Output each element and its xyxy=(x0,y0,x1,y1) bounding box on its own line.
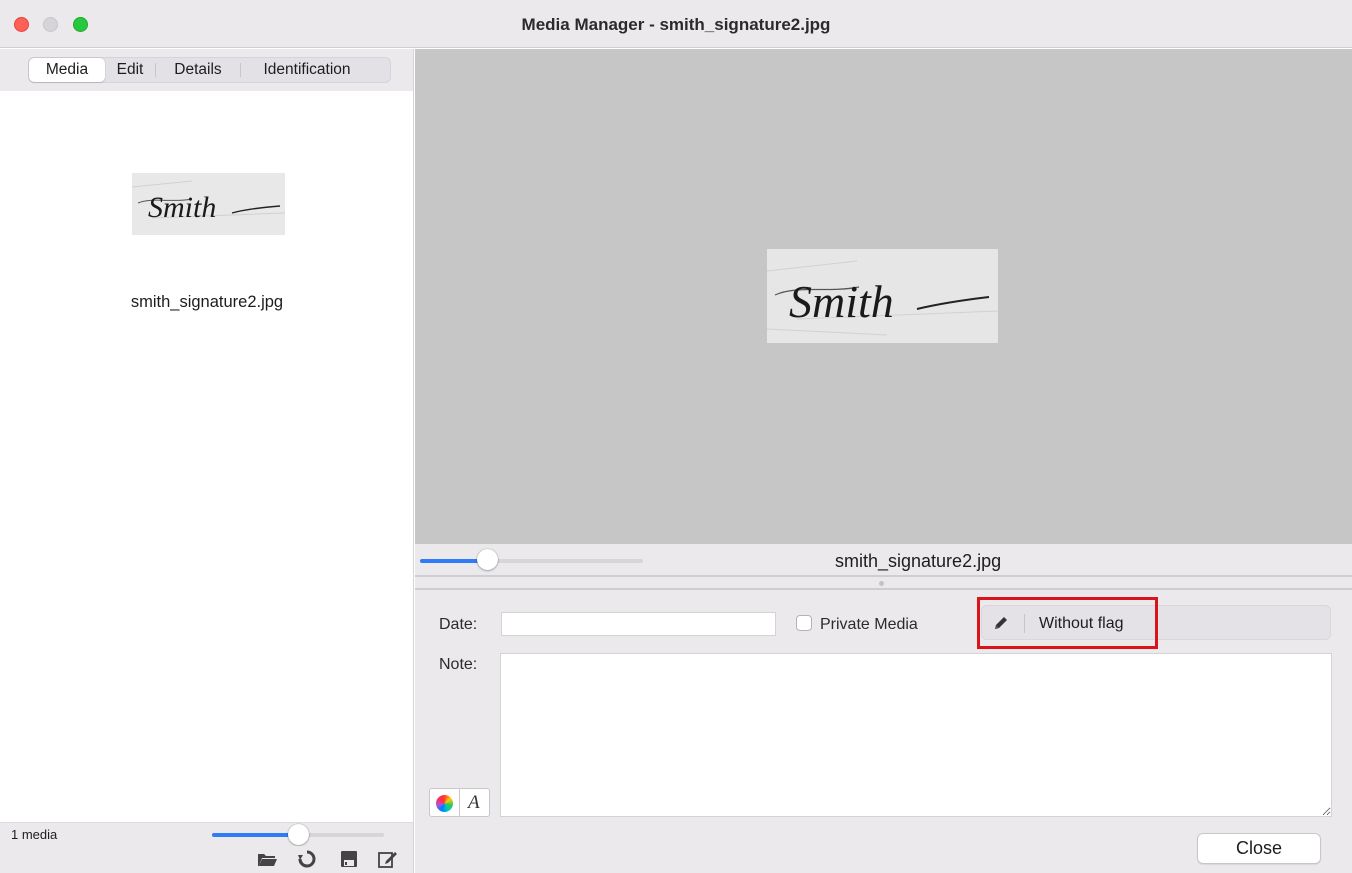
image-preview-area[interactable]: Smith xyxy=(415,49,1352,544)
private-media-checkbox[interactable] xyxy=(796,615,812,631)
font-icon[interactable]: A xyxy=(468,792,480,814)
thumbnail-size-slider-knob[interactable] xyxy=(288,824,309,845)
media-list-pane: Media Edit Details Identification Smith … xyxy=(0,49,414,873)
thumbnail-signature-text: Smith xyxy=(148,191,216,224)
thumbnail-size-slider-fill xyxy=(212,833,298,837)
signature-preview-image: Smith xyxy=(767,249,998,343)
window-title: Media Manager - smith_signature2.jpg xyxy=(521,15,831,34)
tab-edit[interactable]: Edit xyxy=(105,58,155,82)
tab-bar: Media Edit Details Identification xyxy=(0,49,413,91)
title-bar: Media Manager - smith_signature2.jpg xyxy=(0,0,1352,48)
zoom-slider-knob[interactable] xyxy=(476,549,498,570)
preview-zoom-bar: smith_signature2.jpg xyxy=(415,544,1352,575)
text-format-controls: A xyxy=(429,788,490,817)
tab-media[interactable]: Media xyxy=(29,58,105,82)
private-media-label[interactable]: Private Media xyxy=(820,616,918,634)
pane-splitter[interactable] xyxy=(415,575,1352,590)
save-icon[interactable] xyxy=(339,850,359,868)
color-picker-icon[interactable] xyxy=(436,795,453,812)
tab-identification[interactable]: Identification xyxy=(241,58,373,82)
media-toolbar xyxy=(0,846,413,873)
close-button[interactable]: Close xyxy=(1197,833,1321,864)
open-folder-icon[interactable] xyxy=(257,850,277,868)
signature-thumbnail-image: Smith xyxy=(132,173,285,235)
tab-details[interactable]: Details xyxy=(156,58,240,82)
tab-segmented-control: Media Edit Details Identification xyxy=(28,57,391,83)
media-thumbnail[interactable]: Smith xyxy=(132,173,285,235)
splitter-handle[interactable] xyxy=(879,581,884,586)
refresh-icon[interactable] xyxy=(297,850,317,868)
note-label: Note: xyxy=(439,656,478,673)
date-label: Date: xyxy=(439,616,478,633)
media-item-filename[interactable]: smith_signature2.jpg xyxy=(0,293,414,312)
preview-image: Smith xyxy=(767,249,998,343)
media-details-form: Date: Private Media Without flag Note: A… xyxy=(415,590,1352,873)
date-field[interactable] xyxy=(501,612,776,636)
note-textarea[interactable] xyxy=(500,653,1332,817)
media-status-bar: 1 media xyxy=(0,822,413,846)
preview-filename: smith_signature2.jpg xyxy=(835,551,1002,571)
preview-signature-text: Smith xyxy=(789,276,894,327)
annotation-highlight-box xyxy=(977,597,1158,649)
media-count: 1 media xyxy=(11,827,58,842)
edit-document-icon[interactable] xyxy=(378,850,398,868)
format-separator xyxy=(459,789,460,816)
